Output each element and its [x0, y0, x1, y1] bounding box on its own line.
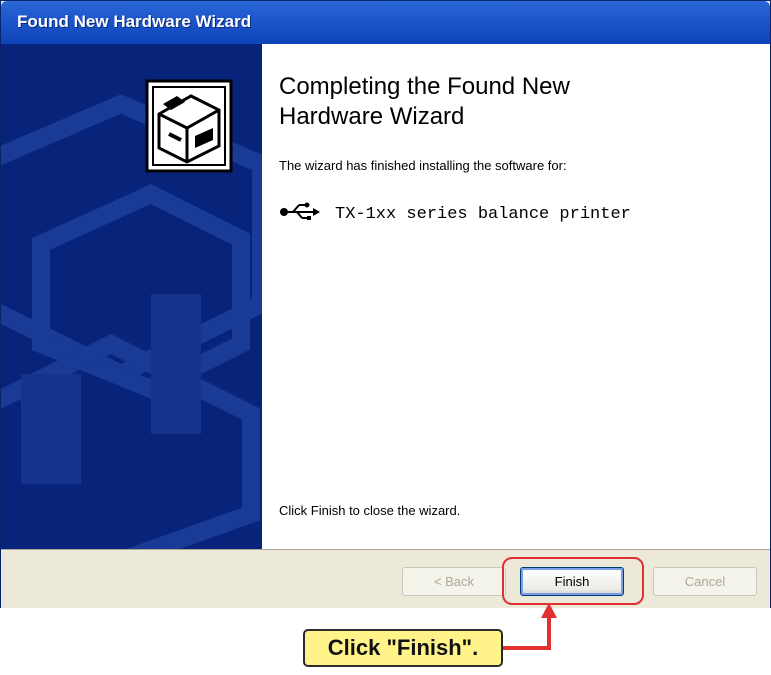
page-title: Completing the Found New Hardware Wizard	[279, 72, 570, 132]
page-title-line2: Hardware Wizard	[279, 103, 465, 130]
wizard-content: Completing the Found New Hardware Wizard…	[262, 44, 770, 549]
banner-graphic	[1, 44, 262, 549]
instruction-callout: Click "Finish".	[303, 629, 503, 667]
window-title: Found New Hardware Wizard	[17, 12, 252, 31]
page-title-line1: Completing the Found New	[279, 73, 570, 100]
installed-device: TX-1xx series balance printer	[279, 202, 631, 226]
close-hint: Click Finish to close the wizard.	[279, 503, 461, 518]
wizard-side-banner	[1, 44, 262, 549]
hardware-icon	[145, 79, 233, 173]
wizard-window: Found New Hardware Wizard Completing the…	[0, 0, 771, 608]
cancel-button[interactable]: Cancel	[653, 567, 757, 596]
usb-icon	[279, 202, 321, 227]
back-button[interactable]: < Back	[402, 567, 506, 596]
title-bar[interactable]: Found New Hardware Wizard	[1, 1, 770, 44]
finish-button[interactable]: Finish	[520, 567, 624, 596]
finished-message: The wizard has finished installing the s…	[279, 158, 567, 173]
device-name: TX-1xx series balance printer	[335, 204, 631, 224]
button-bar: < Back Finish Cancel	[1, 549, 770, 608]
